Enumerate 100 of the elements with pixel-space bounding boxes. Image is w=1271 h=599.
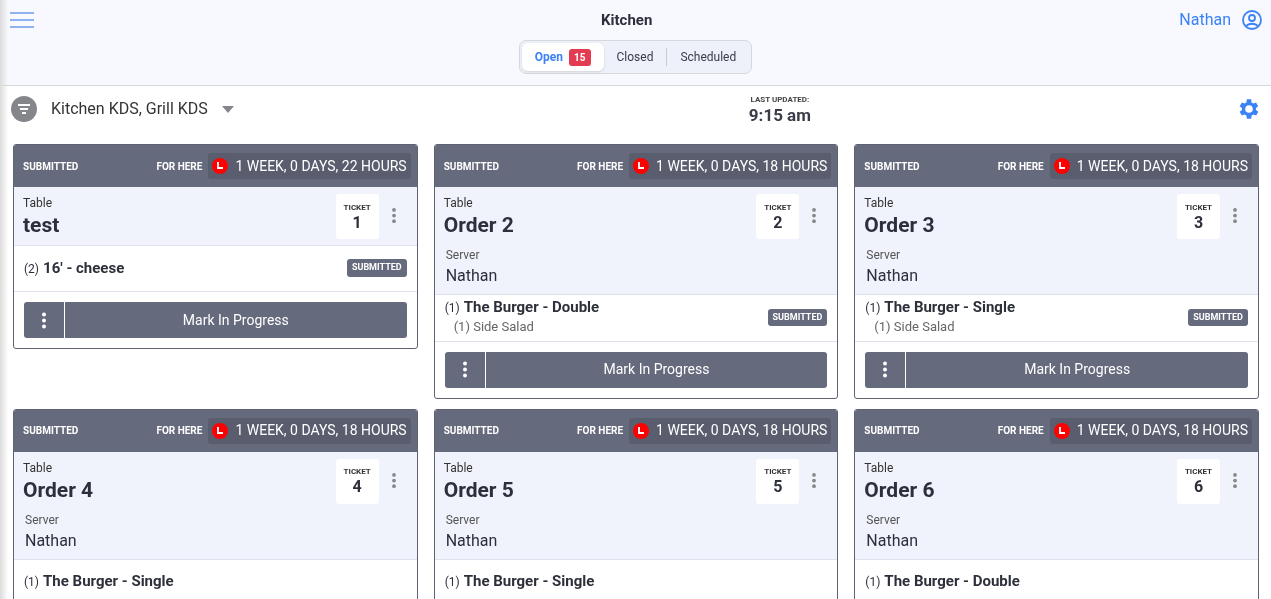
server-name: Nathan bbox=[445, 265, 499, 287]
table-label: Table bbox=[864, 459, 895, 477]
more-button[interactable] bbox=[812, 472, 817, 488]
caret-icon bbox=[221, 105, 234, 113]
server-name: Nathan bbox=[25, 529, 78, 552]
mark-in-progress-button[interactable]: Mark In Progress bbox=[906, 351, 1248, 388]
clock-icon bbox=[1053, 422, 1070, 439]
item-quantity: (1) bbox=[865, 300, 881, 317]
more-icon bbox=[391, 208, 396, 223]
elapsed-time: 1 WEEK, 0 DAYS, 18 HOURS bbox=[656, 156, 828, 176]
more-button[interactable] bbox=[1233, 472, 1237, 488]
menu-icon bbox=[10, 12, 34, 28]
ticket-number: 3 bbox=[1193, 213, 1204, 232]
table-label: Table bbox=[23, 195, 54, 212]
more-icon bbox=[42, 311, 46, 329]
item-name: The Burger - Single bbox=[43, 572, 174, 590]
more-icon bbox=[812, 472, 817, 488]
item-quantity: (1) bbox=[444, 300, 460, 317]
mark-in-progress-button[interactable]: Mark In Progress bbox=[65, 302, 407, 338]
clock-icon bbox=[633, 158, 650, 174]
dining-label: FOR HERE bbox=[156, 424, 203, 438]
table-label: Table bbox=[864, 195, 895, 212]
last-updated-time: 9:15 am bbox=[748, 106, 811, 124]
item-quantity: (2) bbox=[24, 260, 40, 278]
more-icon bbox=[812, 208, 817, 223]
count-badge: 15 bbox=[569, 48, 591, 66]
elapsed-time: 1 WEEK, 0 DAYS, 18 HOURS bbox=[235, 421, 407, 440]
order-name: Order 4 bbox=[23, 476, 94, 503]
ticket-number: 2 bbox=[773, 213, 783, 232]
clock-icon bbox=[212, 422, 229, 439]
server-name: Nathan bbox=[866, 529, 920, 552]
item-name: The Burger - Single bbox=[463, 572, 595, 590]
tab[interactable]: Closed bbox=[603, 43, 667, 71]
server-label: Server bbox=[25, 511, 60, 529]
more-button[interactable] bbox=[812, 208, 817, 223]
server-label: Server bbox=[445, 511, 481, 529]
item-status-badge: SUBMITTED bbox=[767, 308, 828, 326]
order-name: Order 6 bbox=[864, 476, 935, 503]
server-label: Server bbox=[445, 247, 481, 264]
ticket-label: TICKET bbox=[764, 201, 792, 214]
server-label: Server bbox=[866, 511, 902, 529]
dining-label: FOR HERE bbox=[577, 424, 624, 438]
item-quantity: (1) bbox=[865, 574, 881, 591]
filter-icon bbox=[11, 96, 37, 122]
server-name: Nathan bbox=[445, 529, 499, 552]
options-button[interactable] bbox=[865, 351, 907, 388]
options-button[interactable] bbox=[24, 302, 65, 338]
more-icon bbox=[462, 361, 467, 378]
dining-label: FOR HERE bbox=[997, 159, 1044, 174]
table-label: Table bbox=[443, 459, 474, 477]
ticket-number: 1 bbox=[352, 213, 362, 232]
elapsed-time: 1 WEEK, 0 DAYS, 18 HOURS bbox=[1076, 421, 1248, 440]
more-icon bbox=[1233, 208, 1237, 223]
options-button[interactable] bbox=[444, 351, 486, 388]
page-title: Kitchen bbox=[600, 9, 653, 31]
tab[interactable]: Open 15 bbox=[521, 43, 604, 71]
item-status-badge: SUBMITTED bbox=[346, 259, 407, 277]
menu-button[interactable] bbox=[10, 12, 34, 28]
ticket-label: TICKET bbox=[343, 201, 371, 214]
clock-icon bbox=[1053, 158, 1070, 174]
user-icon bbox=[1242, 10, 1262, 30]
elapsed-time: 1 WEEK, 0 DAYS, 18 HOURS bbox=[1076, 156, 1248, 176]
station-filter[interactable]: Kitchen KDS, Grill KDS bbox=[11, 96, 234, 122]
ticket-label: TICKET bbox=[343, 466, 371, 478]
server-label: Server bbox=[866, 247, 902, 264]
ticket-number: 4 bbox=[352, 478, 362, 496]
order-name: Order 3 bbox=[864, 212, 935, 238]
more-icon bbox=[883, 361, 888, 378]
item-name: The Burger - Double bbox=[884, 572, 1020, 590]
item-modifier: (1) Side Salad bbox=[873, 318, 956, 336]
table-label: Table bbox=[23, 459, 54, 477]
order-name: test bbox=[23, 212, 60, 238]
ticket-label: TICKET bbox=[1184, 466, 1213, 478]
more-button[interactable] bbox=[391, 208, 396, 223]
clock-icon bbox=[212, 158, 229, 174]
status-label: SUBMITTED bbox=[864, 159, 920, 174]
more-button[interactable] bbox=[1233, 208, 1237, 223]
elapsed-time: 1 WEEK, 0 DAYS, 22 HOURS bbox=[235, 156, 407, 176]
ticket-number: 6 bbox=[1193, 478, 1204, 496]
item-name: The Burger - Single bbox=[884, 298, 1015, 316]
status-label: SUBMITTED bbox=[23, 159, 79, 174]
more-button[interactable] bbox=[391, 472, 396, 488]
tab[interactable]: Scheduled bbox=[667, 43, 750, 71]
item-name: 16' - cheese bbox=[43, 258, 125, 277]
ticket-number: 5 bbox=[773, 478, 783, 496]
user-button[interactable]: Nathan bbox=[1179, 8, 1262, 32]
ticket-label: TICKET bbox=[764, 466, 792, 478]
ticket-label: TICKET bbox=[1184, 201, 1213, 214]
status-label: SUBMITTED bbox=[443, 424, 499, 438]
item-modifier: (1) Side Salad bbox=[452, 318, 535, 336]
item-quantity: (1) bbox=[24, 574, 40, 591]
item-quantity: (1) bbox=[444, 574, 460, 591]
more-icon bbox=[1233, 472, 1237, 488]
dining-label: FOR HERE bbox=[577, 159, 624, 174]
server-name: Nathan bbox=[866, 265, 920, 287]
item-name: The Burger - Double bbox=[463, 298, 600, 316]
mark-in-progress-button[interactable]: Mark In Progress bbox=[485, 351, 828, 388]
dining-label: FOR HERE bbox=[156, 159, 203, 174]
dining-label: FOR HERE bbox=[997, 424, 1044, 438]
table-label: Table bbox=[443, 195, 474, 212]
